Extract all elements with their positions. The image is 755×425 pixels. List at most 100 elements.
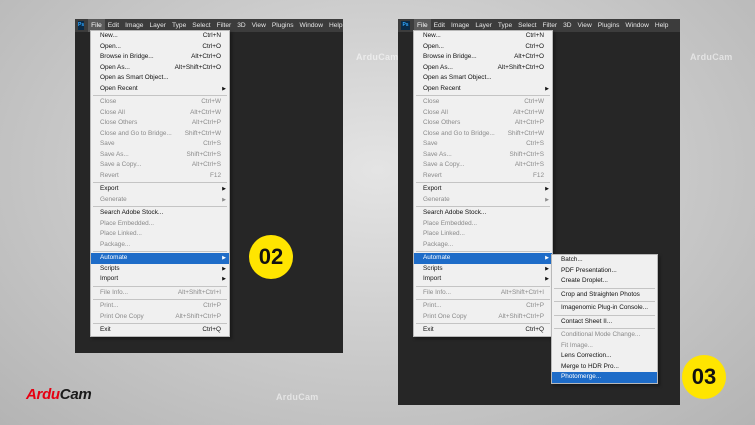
menu-item-search-adobe-stock[interactable]: Search Adobe Stock...	[91, 208, 229, 219]
menu-item-shortcut: Ctrl+W	[524, 98, 544, 105]
menu-item-new[interactable]: New... Ctrl+N	[91, 31, 229, 42]
submenu-item-photomerge[interactable]: Photomerge...	[552, 372, 657, 383]
menu-item-close-all[interactable]: Close All Alt+Ctrl+W	[414, 108, 552, 119]
submenu-item-fit-image[interactable]: Fit Image...	[552, 341, 657, 352]
menu-item-open-recent[interactable]: Open Recent ▶	[91, 84, 229, 95]
menu-item-package[interactable]: Package...	[414, 240, 552, 251]
menu-item-shortcut: F12	[209, 171, 221, 179]
menu-window[interactable]: Window	[297, 19, 326, 32]
step-badge-03: 03	[682, 355, 726, 399]
submenu-item-merge-to-hdr-pro[interactable]: Merge to HDR Pro...	[552, 362, 657, 373]
menu-item-label: Open As...	[423, 63, 453, 71]
menu-item-open-as-smart-object[interactable]: Open as Smart Object...	[91, 73, 229, 84]
menu-item-shortcut: Shift+Ctrl+W	[507, 129, 544, 137]
menu-item-browse-in-bridge[interactable]: Browse in Bridge... Alt+Ctrl+O	[91, 52, 229, 63]
menu-item-automate[interactable]: Automate ▶	[91, 253, 229, 264]
menu-item-label: Open...	[100, 42, 121, 50]
menu-item-open[interactable]: Open... Ctrl+O	[91, 42, 229, 53]
menu-item-close-and-go-to-bridge[interactable]: Close and Go to Bridge... Shift+Ctrl+W	[414, 129, 552, 140]
menu-item-save-as[interactable]: Save As... Shift+Ctrl+S	[91, 150, 229, 161]
step-badge-02: 02	[249, 235, 293, 279]
menu-help[interactable]: Help	[326, 19, 346, 32]
menu-item-revert[interactable]: Revert F12	[414, 171, 552, 182]
submenu-arrow-icon: ▶	[545, 196, 549, 203]
menu-item-print[interactable]: Print... Ctrl+P	[414, 301, 552, 312]
menu-view[interactable]: View	[249, 19, 269, 32]
menu-item-place-embedded[interactable]: Place Embedded...	[91, 219, 229, 230]
menu-plugins[interactable]: Plugins	[595, 19, 623, 32]
menu-item-label: Export	[100, 185, 119, 192]
menu-item-shortcut: Alt+Ctrl+S	[191, 161, 221, 168]
menu-item-generate[interactable]: Generate ▶	[414, 195, 552, 206]
menu-item-close-others[interactable]: Close Others Alt+Ctrl+P	[91, 118, 229, 129]
menu-window[interactable]: Window	[622, 19, 651, 32]
menu-item-label: Search Adobe Stock...	[423, 209, 487, 216]
menu-item-new[interactable]: New... Ctrl+N	[414, 31, 552, 42]
menu-item-export[interactable]: Export ▶	[414, 184, 552, 195]
submenu-item-imagenomic-plug-in-console[interactable]: Imagenomic Plug-in Console...	[552, 303, 657, 314]
menu-item-open-recent[interactable]: Open Recent ▶	[414, 84, 552, 95]
menu-separator	[416, 299, 550, 300]
menu-view[interactable]: View	[575, 19, 595, 32]
menu-item-print[interactable]: Print... Ctrl+P	[91, 301, 229, 312]
menu-item-file-info[interactable]: File Info... Alt+Shift+Ctrl+I	[91, 288, 229, 299]
menu-item-place-linked[interactable]: Place Linked...	[91, 229, 229, 240]
menu-item-label: Open as Smart Object...	[100, 74, 169, 81]
menu-plugins[interactable]: Plugins	[269, 19, 297, 32]
menu-item-import[interactable]: Import ▶	[91, 274, 229, 285]
menu-item-exit[interactable]: Exit Ctrl+Q	[91, 325, 229, 336]
menu-item-print-one-copy[interactable]: Print One Copy Alt+Shift+Ctrl+P	[91, 312, 229, 323]
menu-item-open-as[interactable]: Open As... Alt+Shift+Ctrl+O	[414, 63, 552, 74]
menu-3d[interactable]: 3D	[560, 19, 574, 32]
submenu-item-create-droplet[interactable]: Create Droplet...	[552, 276, 657, 287]
menu-item-save-as[interactable]: Save As... Shift+Ctrl+S	[414, 150, 552, 161]
menu-item-label: Close Others	[100, 119, 138, 126]
menu-item-label: Automate	[423, 254, 451, 261]
menu-item-open-as[interactable]: Open As... Alt+Shift+Ctrl+O	[91, 63, 229, 74]
photoshop-app-icon[interactable]: Ps	[78, 21, 85, 30]
menu-item-automate[interactable]: Automate ▶	[414, 253, 552, 264]
menu-item-close-all[interactable]: Close All Alt+Ctrl+W	[91, 108, 229, 119]
menu-item-scripts[interactable]: Scripts ▶	[91, 264, 229, 275]
submenu-item-pdf-presentation[interactable]: PDF Presentation...	[552, 266, 657, 277]
submenu-item-crop-and-straighten-photos[interactable]: Crop and Straighten Photos	[552, 290, 657, 301]
menu-item-search-adobe-stock[interactable]: Search Adobe Stock...	[414, 208, 552, 219]
menu-item-close[interactable]: Close Ctrl+W	[91, 97, 229, 108]
menu-item-place-embedded[interactable]: Place Embedded...	[414, 219, 552, 230]
submenu-item-conditional-mode-change[interactable]: Conditional Mode Change...	[552, 330, 657, 341]
menu-item-label: Save	[423, 140, 438, 147]
menu-item-file-info[interactable]: File Info... Alt+Shift+Ctrl+I	[414, 288, 552, 299]
menu-item-print-one-copy[interactable]: Print One Copy Alt+Shift+Ctrl+P	[414, 312, 552, 323]
menu-item-scripts[interactable]: Scripts ▶	[414, 264, 552, 275]
menu-item-import[interactable]: Import ▶	[414, 274, 552, 285]
menu-3d[interactable]: 3D	[234, 19, 248, 32]
menu-item-label: Place Embedded...	[423, 219, 477, 227]
menu-item-close-others[interactable]: Close Others Alt+Ctrl+P	[414, 118, 552, 129]
menu-item-open-as-smart-object[interactable]: Open as Smart Object...	[414, 73, 552, 84]
file-menu-dropdown: New... Ctrl+N Open... Ctrl+O Browse in Bridg…	[413, 30, 553, 337]
submenu-item-batch[interactable]: Batch...	[552, 255, 657, 266]
menu-item-generate[interactable]: Generate ▶	[91, 195, 229, 206]
menu-item-package[interactable]: Package...	[91, 240, 229, 251]
submenu-item-lens-correction[interactable]: Lens Correction...	[552, 351, 657, 362]
menu-item-save[interactable]: Save Ctrl+S	[91, 139, 229, 150]
menu-separator	[93, 95, 227, 96]
menu-item-open[interactable]: Open... Ctrl+O	[414, 42, 552, 53]
menu-item-exit[interactable]: Exit Ctrl+Q	[414, 325, 552, 336]
menu-item-shortcut: Ctrl+O	[202, 42, 221, 50]
menu-item-save-a-copy[interactable]: Save a Copy... Alt+Ctrl+S	[414, 160, 552, 171]
menu-item-shortcut: Alt+Ctrl+O	[191, 53, 221, 60]
menu-item-save[interactable]: Save Ctrl+S	[414, 139, 552, 150]
menu-item-export[interactable]: Export ▶	[91, 184, 229, 195]
menu-item-close[interactable]: Close Ctrl+W	[414, 97, 552, 108]
submenu-item-contact-sheet-ii[interactable]: Contact Sheet II...	[552, 317, 657, 328]
photoshop-app-icon[interactable]: Ps	[401, 21, 410, 30]
menu-item-revert[interactable]: Revert F12	[91, 171, 229, 182]
menu-item-browse-in-bridge[interactable]: Browse in Bridge... Alt+Ctrl+O	[414, 52, 552, 63]
menu-item-close-and-go-to-bridge[interactable]: Close and Go to Bridge... Shift+Ctrl+W	[91, 129, 229, 140]
menu-item-label: Save As...	[423, 150, 452, 158]
menu-item-place-linked[interactable]: Place Linked...	[414, 229, 552, 240]
submenu-arrow-icon: ▶	[222, 255, 226, 261]
menu-item-save-a-copy[interactable]: Save a Copy... Alt+Ctrl+S	[91, 160, 229, 171]
menu-help[interactable]: Help	[652, 19, 672, 32]
